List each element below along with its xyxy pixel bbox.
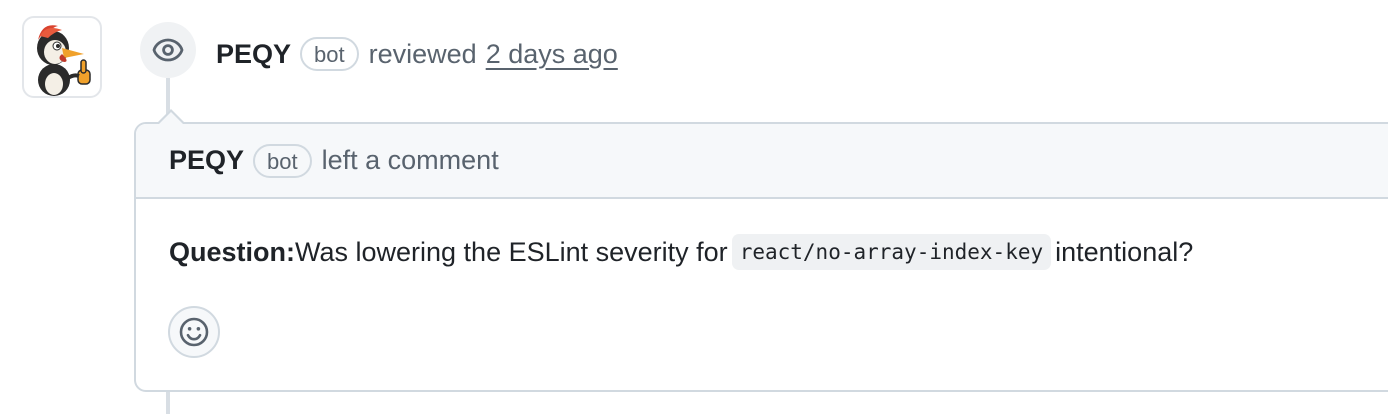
comment-text-after: intentional? (1055, 236, 1194, 267)
comment-bot-badge: bot (253, 143, 312, 178)
inline-code: react/no-array-index-key (731, 234, 1052, 270)
comment-label: Question: (169, 236, 295, 267)
smiley-icon (179, 317, 209, 347)
comment-author-link[interactable]: PEQY (169, 145, 244, 176)
comment-card: PEQY bot left a comment Question: Was lo… (134, 122, 1388, 392)
review-event-line: PEQY bot reviewed 2 days ago (216, 34, 618, 74)
review-eye-badge (140, 22, 196, 78)
review-action-text: reviewed (368, 38, 477, 69)
avatar[interactable] (22, 16, 102, 98)
comment-text-before: Was lowering the ESLint severity for (295, 236, 728, 267)
comment-body: Question: Was lowering the ESLint severi… (169, 234, 1193, 270)
comment-caret-fill (158, 112, 184, 125)
review-author-link[interactable]: PEQY (216, 39, 291, 70)
comment-header: PEQY bot left a comment (136, 124, 1388, 199)
review-timestamp-link[interactable]: 2 days ago (486, 39, 618, 70)
comment-action-text: left a comment (321, 145, 499, 175)
bot-badge: bot (300, 37, 359, 71)
eye-icon (152, 38, 184, 62)
woodpecker-avatar-icon (37, 25, 91, 96)
add-reaction-button[interactable] (168, 306, 220, 358)
